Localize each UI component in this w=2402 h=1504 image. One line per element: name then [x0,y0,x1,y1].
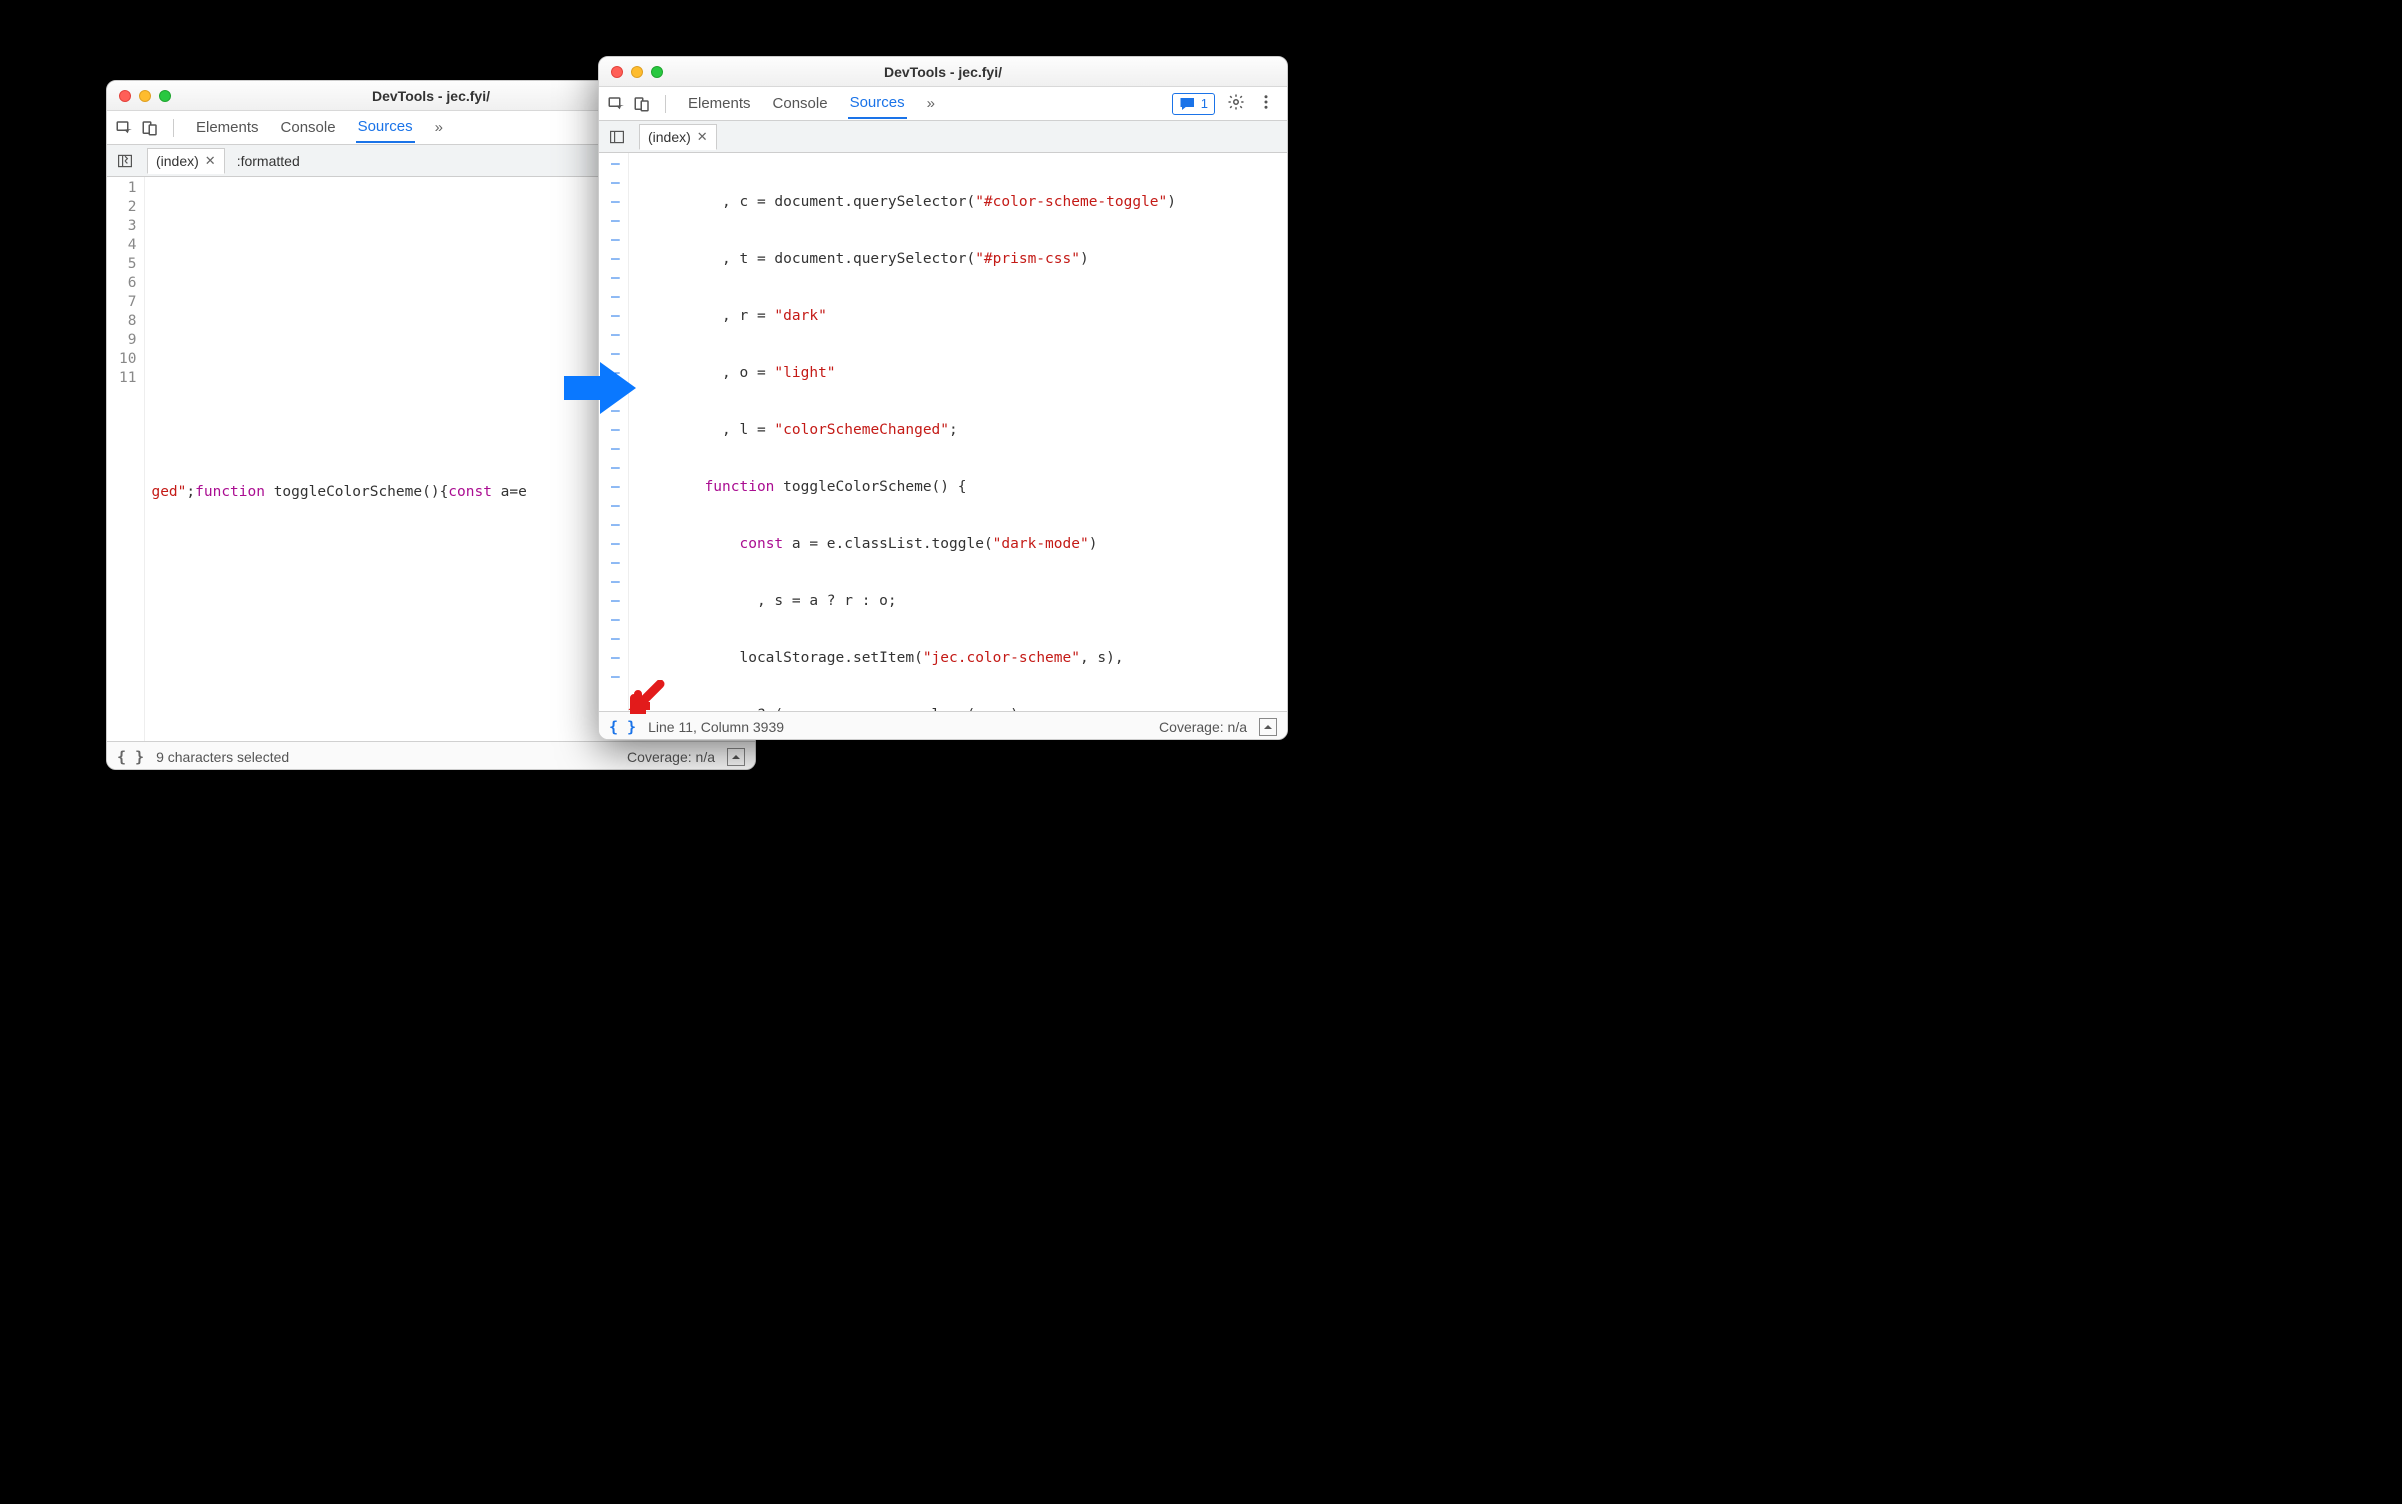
devtools-window-right: DevTools - jec.fyi/ Elements Console Sou… [598,56,1288,740]
status-text: Line 11, Column 3939 [648,719,784,735]
device-toggle-icon[interactable] [631,93,653,115]
coverage-text: Coverage: n/a [627,749,715,765]
code-content[interactable]: ged";function toggleColorScheme(){const … [145,177,526,741]
status-text: 9 characters selected [156,749,289,765]
status-bar: { } Line 11, Column 3939 Coverage: n/a [599,711,1287,740]
navigator-toggle-icon[interactable] [605,125,629,149]
annotation-blue-arrow-icon [560,358,640,418]
zoom-window-icon[interactable] [159,90,171,102]
file-tab-index[interactable]: (index) ✕ [639,124,717,150]
close-tab-icon[interactable]: ✕ [205,153,216,169]
window-controls [119,90,171,102]
separator [173,119,174,137]
close-tab-icon[interactable]: ✕ [697,129,708,145]
line-gutter: 1 2 3 4 5 6 7 8 9 10 11 [107,177,145,741]
inspect-icon[interactable] [605,93,627,115]
window-controls [611,66,663,78]
file-tab-label: (index) [648,129,691,145]
more-menu-icon[interactable] [1257,93,1275,114]
line-gutter: ––––––– ––––––– ––––––– ––––––– [599,153,629,711]
toolbar-right: 1 [1172,93,1275,115]
tab-elements[interactable]: Elements [686,89,753,118]
minimize-window-icon[interactable] [631,66,643,78]
window-title: DevTools - jec.fyi/ [599,64,1287,80]
annotation-red-arrow-icon [628,680,666,718]
device-toggle-icon[interactable] [139,117,161,139]
file-tab-index[interactable]: (index) ✕ [147,148,225,174]
pretty-print-button[interactable]: { } [117,748,144,766]
issues-button[interactable]: 1 [1172,93,1215,115]
file-tab-label: (index) [156,153,199,169]
file-tab-label: :formatted [237,153,300,169]
issues-count: 1 [1201,96,1208,111]
pretty-print-button[interactable]: { } [609,718,636,736]
tab-sources[interactable]: Sources [356,112,415,143]
coverage-text: Coverage: n/a [1159,719,1247,735]
status-bar: { } 9 characters selected Coverage: n/a [107,741,755,770]
tabs-overflow-icon[interactable]: » [433,113,445,142]
tabs-overflow-icon[interactable]: » [925,89,937,118]
source-map-toggle-icon[interactable] [1259,718,1277,736]
code-content[interactable]: , c = document.querySelector("#color-sch… [629,153,1194,711]
titlebar[interactable]: DevTools - jec.fyi/ [599,57,1287,87]
code-editor[interactable]: ––––––– ––––––– ––––––– ––––––– , c = do… [599,153,1287,711]
tab-console[interactable]: Console [771,89,830,118]
settings-icon[interactable] [1227,93,1245,114]
panel-tabs: Elements Console Sources » [194,112,445,143]
minimize-window-icon[interactable] [139,90,151,102]
zoom-window-icon[interactable] [651,66,663,78]
source-map-toggle-icon[interactable] [727,748,745,766]
devtools-toolbar: Elements Console Sources » 1 [599,87,1287,121]
separator [665,95,666,113]
close-window-icon[interactable] [119,90,131,102]
inspect-icon[interactable] [113,117,135,139]
tab-elements[interactable]: Elements [194,113,261,142]
file-tab-formatted[interactable]: :formatted [229,149,308,173]
tab-sources[interactable]: Sources [848,88,907,119]
panel-tabs: Elements Console Sources » [686,88,937,119]
tab-console[interactable]: Console [279,113,338,142]
navigator-toggle-icon[interactable] [113,149,137,173]
close-window-icon[interactable] [611,66,623,78]
file-tabstrip: (index) ✕ [599,121,1287,153]
